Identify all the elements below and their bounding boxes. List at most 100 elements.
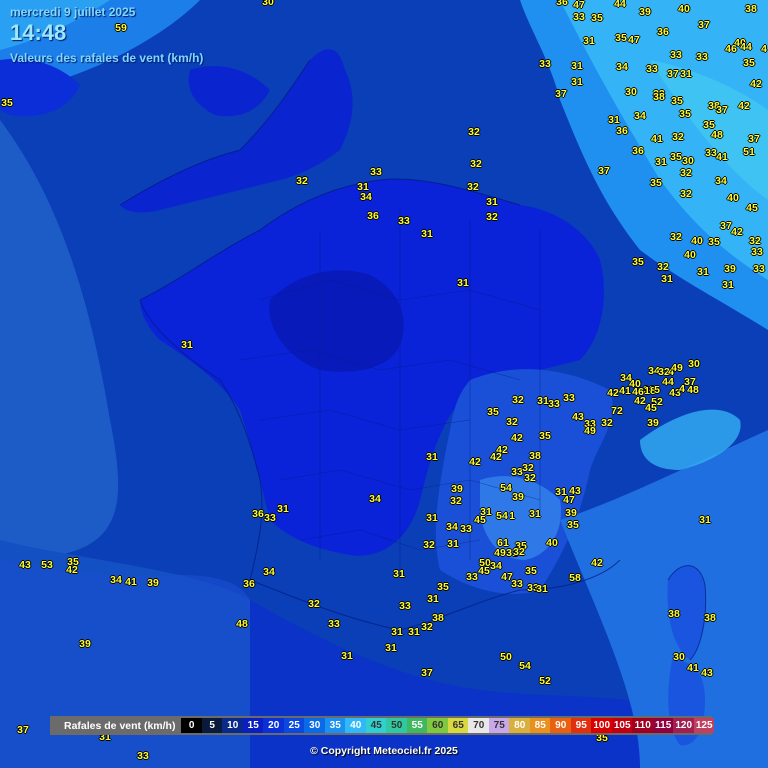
station-value: 31 [655,155,667,168]
station-value: 34 [616,60,628,73]
station-value: 36 [556,0,568,8]
legend-swatch: 35 [324,718,346,733]
station-value: 32 [467,180,479,193]
station-value: 39 [451,482,463,495]
legend-swatch: 80 [509,718,530,733]
station-value: 42 [750,77,762,90]
legend-swatch: 90 [550,718,571,733]
station-value: 33 [511,577,523,590]
station-value: 31 [486,195,498,208]
station-value: 32 [308,597,320,610]
station-value: 39 [647,416,659,429]
station-value: 33 [753,262,765,275]
legend-title: Rafales de vent (km/h) [64,719,176,732]
station-value: 31 [457,276,469,289]
station-value: 39 [724,262,736,275]
station-value: 31 [661,272,673,285]
station-value: 31 [341,649,353,662]
station-value: 32 [749,234,761,247]
station-value: 45 [474,513,486,526]
station-value: 33 [563,391,575,404]
station-value: 36 [367,209,379,222]
station-value: 58 [569,571,581,584]
station-value: 36 [252,507,264,520]
station-value: 32 [506,415,518,428]
station-value: 43 [572,410,584,423]
station-value: 33 [751,245,763,258]
station-value: 37 [17,723,29,736]
station-value: 34 [634,109,646,122]
station-value: 33 [573,10,585,23]
station-value: 34 [715,174,727,187]
legend-swatch: 5 [201,718,223,733]
legend-swatch: 0 [181,718,202,733]
station-value: 59 [115,21,127,34]
station-value: 49 [494,546,506,559]
station-value: 44 [740,40,752,53]
map-time: 14:48 [10,20,67,45]
station-value: 35 [671,94,683,107]
station-value: 32 [601,416,613,429]
station-value: 31 [385,641,397,654]
station-value: 32 [450,494,462,507]
legend-swatch: 70 [468,718,489,733]
legend-swatch: 125 [693,718,715,733]
station-value: 31 [571,75,583,88]
station-value: 48 [236,617,248,630]
station-value: 34 [360,190,372,203]
legend-swatch: 75 [488,718,510,733]
station-value: 33 [705,146,717,159]
station-value: 33 [398,214,410,227]
station-value: 39 [639,5,651,18]
legend-swatch: 20 [263,718,284,733]
station-value: 32 [421,620,433,633]
station-value: 40 [678,2,690,15]
station-value: 48 [687,383,699,396]
station-value: 47 [628,33,640,46]
station-value: 42 [607,386,619,399]
station-value: 45 [746,201,758,214]
station-value: 40 [727,191,739,204]
station-value: 45 [645,401,657,414]
station-value: 41 [125,575,137,588]
station-value: 35 [567,518,579,531]
legend-swatch: 110 [632,718,653,733]
station-value: 42 [731,225,743,238]
station-value: 38 [653,90,665,103]
map-subtitle: Valeurs des rafales de vent (km/h) [10,51,204,65]
station-value: 54 [519,659,531,672]
legend-swatch: 60 [427,718,448,733]
wind-gust-map: mercredi 9 juillet 2025 14:48 Valeurs de… [0,0,768,768]
station-value: 33 [264,511,276,524]
station-value: 33 [511,465,523,478]
station-value: 35 [1,96,13,109]
station-value: 31 [391,625,403,638]
station-value: 46 [725,42,737,55]
station-value: 39 [147,576,159,589]
station-value: 5 [654,383,660,396]
station-value: 32 [680,166,692,179]
color-legend: Rafales de vent (km/h) 0 5 10 15 20 25 30 35 40 4… [50,716,715,735]
station-value: 41 [619,384,631,397]
station-value: 33 [399,599,411,612]
station-value: 35 [525,564,537,577]
station-value: 33 [670,48,682,61]
legend-swatch: 105 [611,718,633,733]
station-value: 42 [738,99,750,112]
station-value: 31 [529,507,541,520]
station-value: 35 [743,56,755,69]
station-value: 1 [509,509,515,522]
legend-steps: 0 5 10 15 20 25 30 35 40 45 50 55 60 65 70 75 80 85 90 95 10… [181,718,715,733]
station-value: 32 [680,187,692,200]
legend-swatch: 120 [673,718,694,733]
station-value: 31 [697,265,709,278]
station-value: 33 [696,50,708,63]
station-value: 36 [243,577,255,590]
station-value: 35 [670,150,682,163]
station-value: 35 [708,235,720,248]
station-value: 42 [469,455,481,468]
station-value: 37 [598,164,610,177]
station-value: 52 [539,674,551,687]
station-value: 42 [66,563,78,576]
legend-swatch: 30 [304,718,325,733]
